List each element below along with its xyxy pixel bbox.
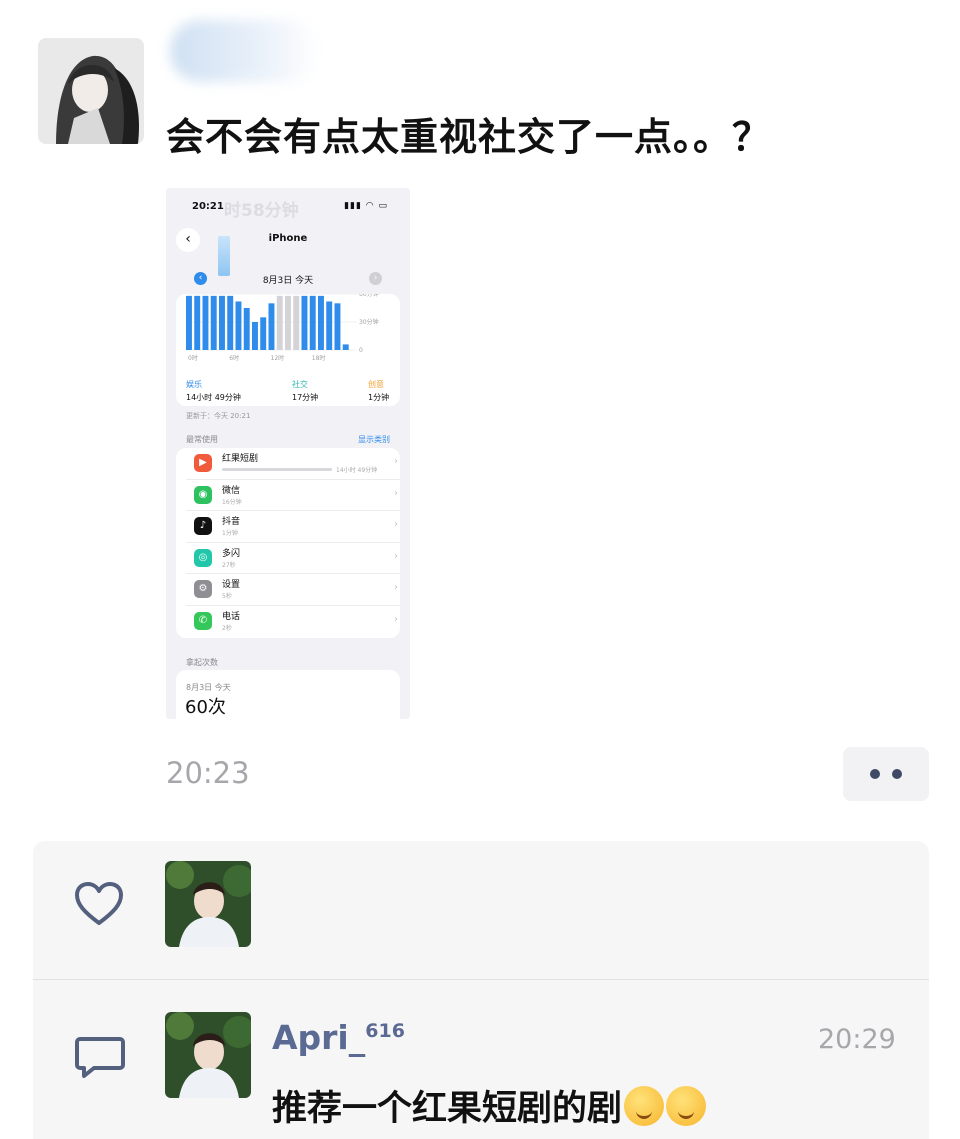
- app-time: 1分钟: [222, 530, 238, 537]
- app-name: 红果短剧: [222, 454, 259, 464]
- author-avatar[interactable]: [38, 38, 144, 144]
- yum-emoji-icon: [666, 1086, 707, 1126]
- author-name-blurred[interactable]: [170, 20, 320, 82]
- category-time: 17分钟: [292, 393, 319, 402]
- app-row: ◎ 多闪 27秒 ›: [186, 543, 400, 574]
- usage-bar: [222, 468, 332, 471]
- usage-bar-hour-7: [243, 308, 250, 350]
- app-row: ♪ 抖音 1分钟 ›: [186, 511, 400, 543]
- app-icon: ◎: [194, 548, 212, 567]
- usage-bar-hour-13: [293, 295, 300, 350]
- pickups-heading: 拿起次数: [186, 658, 218, 667]
- app-icon: ♪: [194, 517, 212, 535]
- category-name: 创意: [368, 380, 384, 389]
- liker-avatar[interactable]: [165, 861, 251, 947]
- chevron-right-icon: ›: [394, 613, 398, 625]
- usage-bar-hour-1: [194, 295, 201, 350]
- next-day-icon: ›: [369, 272, 382, 285]
- usage-bar-hour-4: [219, 295, 225, 350]
- hour-tick-label: 6时: [229, 354, 239, 362]
- comment-icon[interactable]: [74, 1035, 126, 1079]
- app-row: ⚙ 设置 5秒 ›: [186, 574, 400, 606]
- category-name: 娱乐: [186, 380, 202, 389]
- app-time: 2秒: [222, 624, 232, 632]
- app-icon: ✆: [194, 611, 212, 630]
- category-time: 14小时 49分钟: [186, 393, 241, 402]
- usage-bar-hour-14: [301, 295, 308, 350]
- app-time: 5秒: [222, 593, 232, 600]
- category-creative: 创意 1分钟: [368, 379, 389, 403]
- app-name: 抖音: [222, 517, 241, 527]
- usage-bar-hour-19: [342, 344, 349, 350]
- yum-emoji-icon: [624, 1086, 665, 1126]
- more-icon-dot: [892, 769, 902, 779]
- most-used-list: ▶ 红果短剧 14小时 49分钟 › ◉ 微信 16分钟 › ♪ 抖音 1分钟 …: [176, 448, 400, 638]
- app-name: 电话: [222, 611, 241, 622]
- usage-bar-hour-5: [227, 295, 234, 350]
- usage-bar-hour-10: [268, 303, 275, 350]
- usage-bar-hour-3: [210, 295, 217, 350]
- comment-time: 20:29: [818, 1024, 896, 1055]
- commenter-name[interactable]: Apri_616: [272, 1018, 405, 1057]
- ghost-total-text: 时58分钟: [224, 201, 299, 221]
- y-tick-label: 60分钟: [359, 294, 379, 298]
- app-icon: ⚙: [194, 580, 212, 598]
- most-used-heading: 最常使用: [186, 435, 218, 444]
- category-time: 1分钟: [368, 393, 390, 402]
- divider: [33, 979, 929, 980]
- app-time: 14小时 49分钟: [336, 467, 378, 474]
- usage-bar-hour-12: [285, 295, 291, 350]
- usage-bar-hour-2: [202, 295, 209, 350]
- chevron-right-icon: ›: [394, 582, 398, 593]
- more-icon: [870, 769, 880, 779]
- commenter-avatar[interactable]: [165, 1012, 251, 1098]
- category-social: 社交 17分钟: [292, 379, 318, 403]
- status-icons: ▮▮▮ ◠ ▭: [344, 201, 388, 211]
- nav-title: iPhone: [268, 233, 308, 244]
- usage-bar-hour-8: [252, 322, 258, 350]
- commenter-name-suffix: 616: [365, 1020, 405, 1042]
- usage-bar-hour-15: [309, 295, 316, 350]
- chevron-right-icon: ›: [394, 456, 398, 467]
- chevron-right-icon: ›: [394, 487, 398, 499]
- status-time: 20:21: [192, 201, 224, 212]
- category-name: 社交: [292, 380, 308, 389]
- app-row: ◉ 微信 16分钟 ›: [186, 480, 400, 511]
- hour-tick-label: 0时: [188, 354, 198, 362]
- app-name: 多闪: [222, 548, 241, 559]
- pickups-date: 8月3日 今天: [186, 683, 231, 692]
- hour-tick-label: 12时: [271, 354, 285, 362]
- pickups-value: 60次: [185, 697, 226, 718]
- category-entertainment: 娱乐 14小时 49分钟: [186, 379, 241, 403]
- heart-icon[interactable]: [74, 881, 124, 927]
- app-icon: ▶: [194, 454, 212, 472]
- hour-tick-label: 18时: [312, 354, 326, 362]
- usage-bar-hour-0: [186, 295, 192, 350]
- app-name: 微信: [222, 485, 241, 496]
- chevron-right-icon: ›: [394, 550, 398, 562]
- app-row: ▶ 红果短剧 14小时 49分钟 ›: [186, 448, 400, 480]
- updated-label: 更新于：今天 20:21: [186, 412, 251, 420]
- comment-text[interactable]: 推荐一个红果短剧的剧: [272, 1080, 707, 1131]
- post-time: 20:23: [166, 756, 250, 790]
- post-image[interactable]: 时58分钟 20:21 ▮▮▮ ◠ ▭ ‹ iPhone ‹ 8月3日 今天 ›…: [166, 188, 410, 719]
- usage-bar-hour-6: [235, 301, 242, 350]
- app-name: 设置: [222, 580, 241, 590]
- usage-bar-hour-17: [326, 301, 333, 350]
- app-row: ✆ 电话 2秒 ›: [186, 606, 400, 638]
- chevron-right-icon: ›: [394, 519, 398, 530]
- app-time: 16分钟: [222, 498, 242, 506]
- app-icon: ◉: [194, 485, 212, 504]
- y-tick-label: 0: [359, 347, 363, 354]
- usage-bar-hour-11: [276, 295, 283, 350]
- post-text: 会不会有点太重视社交了一点。。？: [166, 115, 772, 159]
- usage-bar-hour-18: [334, 303, 341, 350]
- show-categories-link: 显示类别: [358, 435, 390, 444]
- usage-bar-hour-16: [318, 295, 324, 350]
- more-button[interactable]: [843, 747, 929, 801]
- app-time: 27秒: [222, 561, 236, 569]
- usage-bar-hour-9: [260, 317, 267, 350]
- hourly-usage-chart: 0时 6时 12时 18时 60分钟 30分钟 0: [186, 294, 379, 362]
- y-tick-label: 30分钟: [359, 318, 379, 326]
